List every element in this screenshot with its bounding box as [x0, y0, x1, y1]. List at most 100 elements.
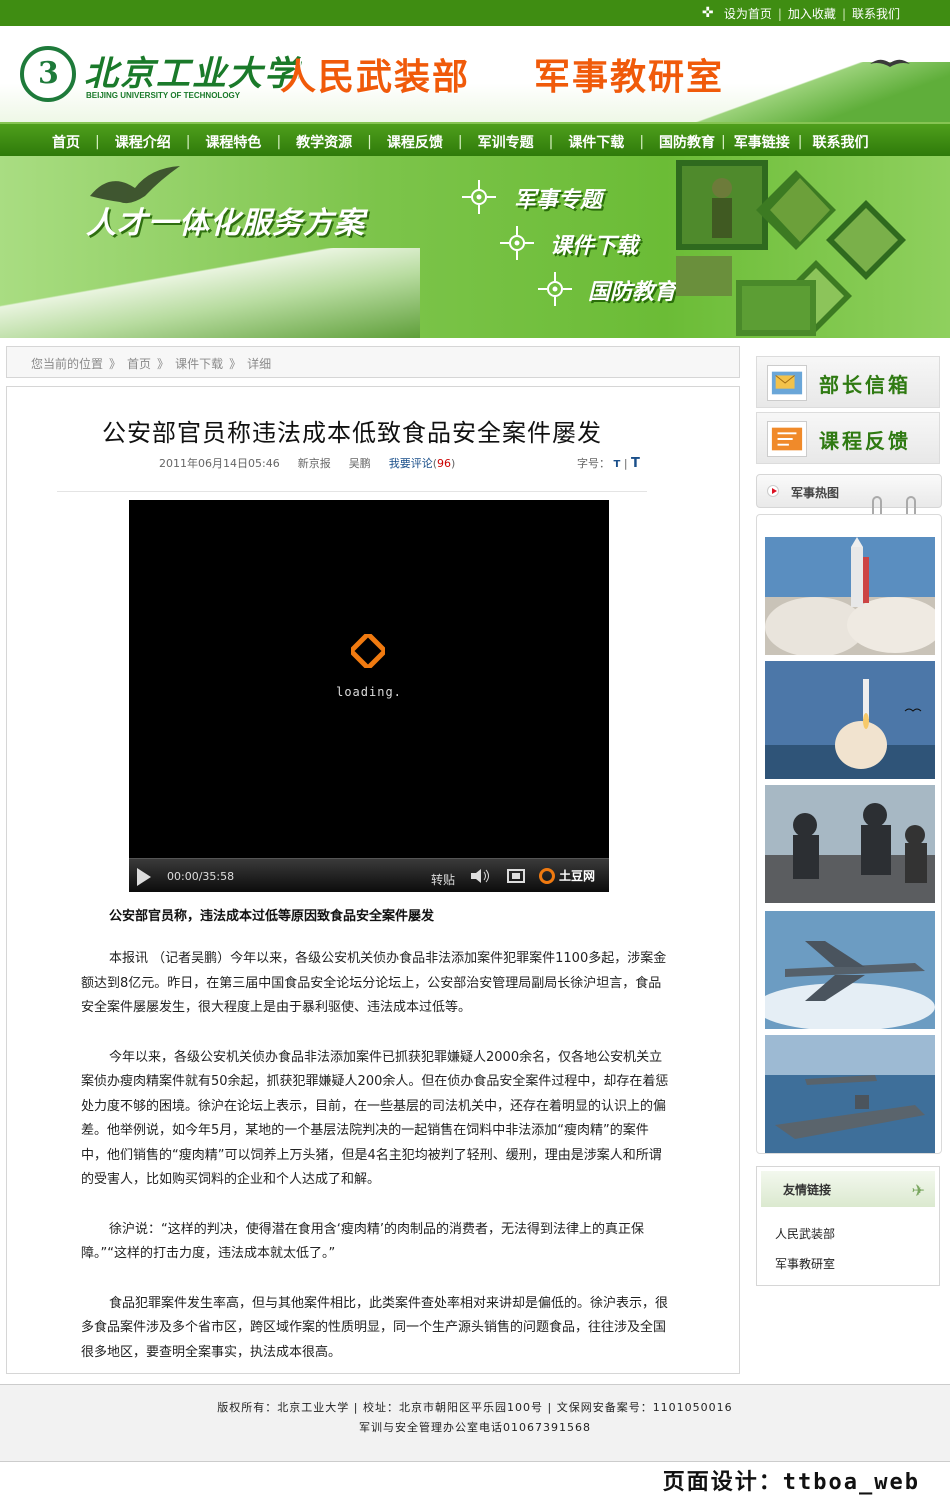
mailbox-button[interactable]: 部长信箱	[756, 356, 940, 408]
video-player[interactable]: loading. 00:00/35:58 转贴 土豆网	[129, 500, 609, 892]
nav-label[interactable]: 课程特色	[190, 132, 276, 152]
nav-label[interactable]: 课件下载	[553, 132, 639, 152]
nav-item-teaching-resources[interactable]: 教学资源 |	[281, 132, 372, 152]
eagle-icon	[870, 59, 910, 67]
site-footer: 版权所有：北京工业大学 | 校址：北京市朝阳区平乐园100号 | 文保网安备案号…	[0, 1384, 950, 1462]
friend-link-military-lab[interactable]: 军事教研室	[775, 1255, 835, 1272]
add-favorite-link[interactable]: 加入收藏	[782, 5, 842, 22]
military-photo-collage	[676, 160, 906, 336]
font-size-control: 字号： T | T	[577, 456, 640, 471]
nav-label[interactable]: 课程反馈	[372, 132, 458, 152]
breadcrumb-home[interactable]: 首页	[127, 355, 151, 372]
article-paragraph: 食品犯罪案件发生率高，但与其他案件相比，此类案件查处率相对来讲却是偏低的。徐沪表…	[81, 1295, 669, 1360]
hero-banner: 人才一体化服务方案 军事专题 课件下载 国防教育	[0, 156, 950, 338]
department-title: 人民武装部	[280, 57, 471, 98]
article-date: 2011年06月14日05:46	[159, 457, 280, 470]
nav-item-course-feedback[interactable]: 课程反馈 |	[372, 132, 463, 152]
breadcrumb-separator: 》	[229, 357, 242, 371]
hot-pictures-title: 军事热图	[791, 486, 840, 500]
nav-item-home[interactable]: 首页 |	[37, 132, 100, 152]
article-lead: 公安部官员称，违法成本过低等原因致食品安全案件屡发	[109, 909, 435, 924]
arrow-bullet-icon	[767, 485, 779, 497]
crosshair-icon	[500, 226, 534, 260]
loading-logo-icon	[351, 634, 385, 668]
breadcrumb-courseware[interactable]: 课件下载	[175, 355, 223, 372]
banner-link-courseware[interactable]: 课件下载	[550, 228, 638, 260]
nav-list: 首页 | 课程介绍 | 课程特色 | 教学资源 | 课程反馈 | 军训专题 | 课件下载 | …	[37, 132, 878, 152]
breadcrumb-separator: 》	[157, 357, 170, 371]
nav-label[interactable]: 教学资源	[281, 132, 367, 152]
nav-label[interactable]: 国防教育	[644, 132, 721, 152]
player-brand[interactable]: 土豆网	[539, 867, 595, 884]
player-controls: 00:00/35:58 转贴 土豆网	[129, 858, 609, 892]
nav-item-military-links[interactable]: 军事链接 |	[726, 132, 803, 152]
nav-item-course-intro[interactable]: 课程介绍 |	[100, 132, 191, 152]
banner-slogan: 人才一体化服务方案	[86, 206, 365, 241]
top-utility-bar: 设为首页 | 加入收藏 | 联系我们	[0, 0, 950, 26]
mountain-decoration	[690, 62, 950, 122]
utility-links: 设为首页 | 加入收藏 | 联系我们	[702, 5, 906, 22]
paper-plane-icon: ✈	[911, 1181, 925, 1200]
nav-item-courseware-download[interactable]: 课件下载 |	[553, 132, 644, 152]
breadcrumb-prefix: 您当前的位置	[31, 357, 104, 371]
comment-label[interactable]: 我要评论	[389, 457, 433, 470]
breadcrumb: 您当前的位置 》 首页 》 课件下载 》 详细	[6, 346, 740, 378]
nav-label[interactable]: 军事链接	[726, 132, 798, 152]
article-body: 本报讯 （记者吴鹏）今年以来，各级公安机关侦办食品非法添加案件犯罪案件1100多…	[81, 947, 671, 1390]
breadcrumb-separator: 》	[109, 357, 122, 371]
loading-text: loading.	[336, 685, 402, 699]
comment-count: 96	[437, 457, 451, 470]
play-icon[interactable]	[137, 868, 151, 886]
footer-phone: 军训与安全管理办公室电话01067391568	[359, 1421, 591, 1434]
friend-links-title: 友情链接	[783, 1183, 832, 1197]
breadcrumb-current: 详细	[247, 357, 272, 371]
font-small-button[interactable]: T	[614, 459, 621, 470]
repost-button[interactable]: 转贴	[431, 871, 455, 888]
feedback-label[interactable]: 课程反馈	[819, 425, 911, 454]
friend-links-panel: 友情链接 ✈ 人民武装部 军事教研室	[756, 1166, 940, 1286]
contact-link[interactable]: 联系我们	[846, 5, 906, 22]
course-feedback-button[interactable]: 课程反馈	[756, 412, 940, 464]
player-time: 00:00/35:58	[167, 870, 235, 883]
hot-pictures-panel	[756, 514, 942, 1154]
banner-link-military-topics[interactable]: 军事专题	[514, 182, 602, 214]
comment-link[interactable]: 我要评论(96)	[389, 455, 456, 471]
main-navigation: 首页 | 课程介绍 | 课程特色 | 教学资源 | 课程反馈 | 军训专题 | 课件下载 | …	[0, 122, 950, 156]
friend-links-header: 友情链接 ✈	[761, 1171, 935, 1207]
friend-link-armed-forces[interactable]: 人民武装部	[775, 1225, 835, 1242]
soldiers-photo[interactable]	[765, 785, 935, 903]
nav-label[interactable]: 课程介绍	[100, 132, 186, 152]
university-logo-icon[interactable]	[20, 46, 76, 102]
divider	[57, 491, 647, 492]
logo-english-name: BEIJING UNIVERSITY OF TECHNOLOGY	[86, 91, 241, 100]
design-credit: 页面设计：ttboa_web	[662, 1470, 920, 1495]
compass-icon	[702, 5, 716, 21]
feedback-icon	[767, 421, 807, 457]
player-brand-label: 土豆网	[559, 869, 596, 883]
font-size-label: 字号：	[577, 457, 610, 470]
mailbox-label[interactable]: 部长信箱	[819, 369, 911, 398]
logo-chinese-name[interactable]: 北京工业大学	[84, 46, 300, 95]
rocket-launch-photo[interactable]	[765, 537, 935, 655]
set-home-link[interactable]: 设为首页	[718, 5, 778, 22]
nav-label[interactable]: 联系我们	[802, 132, 878, 152]
fullscreen-icon[interactable]	[507, 869, 525, 883]
fighter-jet-photo[interactable]	[765, 911, 935, 1029]
nav-label[interactable]: 首页	[37, 132, 95, 152]
article-source: 新京报	[297, 457, 331, 470]
banner-link-defense-education[interactable]: 国防教育	[588, 274, 676, 306]
mountain-decoration	[0, 248, 420, 338]
font-large-button[interactable]: T	[631, 456, 640, 471]
article-title: 公安部官员称违法成本低致食品安全案件屡发	[102, 419, 602, 447]
nav-item-defense-education[interactable]: 国防教育 |	[644, 132, 726, 152]
footer-copyright: 版权所有：北京工业大学 | 校址：北京市朝阳区平乐园100号 | 文保网安备案号…	[217, 1401, 733, 1414]
nav-label[interactable]: 军训专题	[463, 132, 549, 152]
nav-item-military-training[interactable]: 军训专题 |	[463, 132, 554, 152]
aircraft-carrier-photo[interactable]	[765, 1035, 935, 1153]
volume-icon[interactable]	[471, 869, 491, 883]
article-paragraph: 本报讯 （记者吴鹏）今年以来，各级公安机关侦办食品非法添加案件犯罪案件1100多…	[81, 951, 667, 1015]
rocket-launch-sky-photo[interactable]	[765, 661, 935, 779]
nav-item-course-features[interactable]: 课程特色 |	[190, 132, 281, 152]
tudou-logo-icon	[539, 867, 555, 884]
nav-item-contact[interactable]: 联系我们	[802, 132, 878, 152]
